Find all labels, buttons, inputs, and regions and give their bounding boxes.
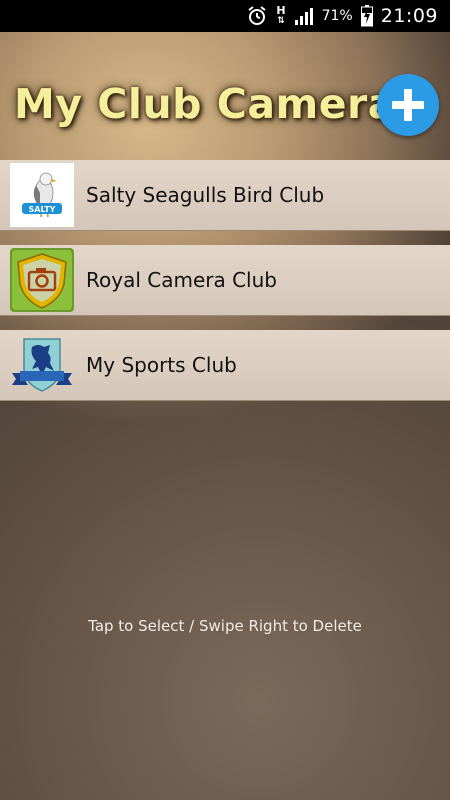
club-list: SALTY Salty Seagulls Bird Club Royal Cam… — [0, 160, 450, 415]
add-club-button[interactable] — [377, 74, 439, 136]
club-name: My Sports Club — [86, 353, 237, 377]
club-name: Royal Camera Club — [86, 268, 277, 292]
network-type-icon: H ⇅ — [276, 4, 286, 26]
club-row-salty-seagulls[interactable]: SALTY Salty Seagulls Bird Club — [0, 160, 450, 231]
battery-charging-icon — [360, 5, 373, 27]
alarm-icon — [246, 5, 268, 27]
club-name: Salty Seagulls Bird Club — [86, 183, 325, 207]
app-title: My Club Camera — [14, 80, 396, 128]
club-row-my-sports[interactable]: My Sports Club — [0, 330, 450, 401]
seagull-logo-icon: SALTY — [10, 163, 74, 227]
battery-percent: 71% — [321, 8, 353, 24]
camera-shield-logo-icon — [10, 248, 74, 312]
club-row-royal-camera[interactable]: Royal Camera Club — [0, 245, 450, 316]
status-bar: H ⇅ 71% 21:09 — [0, 0, 450, 32]
signal-icon — [294, 6, 314, 26]
seagull-logo-text: SALTY — [29, 205, 56, 214]
lion-crest-logo-icon — [10, 333, 74, 397]
plus-icon — [392, 89, 424, 121]
status-time: 21:09 — [380, 5, 438, 27]
usage-hint: Tap to Select / Swipe Right to Delete — [88, 617, 362, 635]
